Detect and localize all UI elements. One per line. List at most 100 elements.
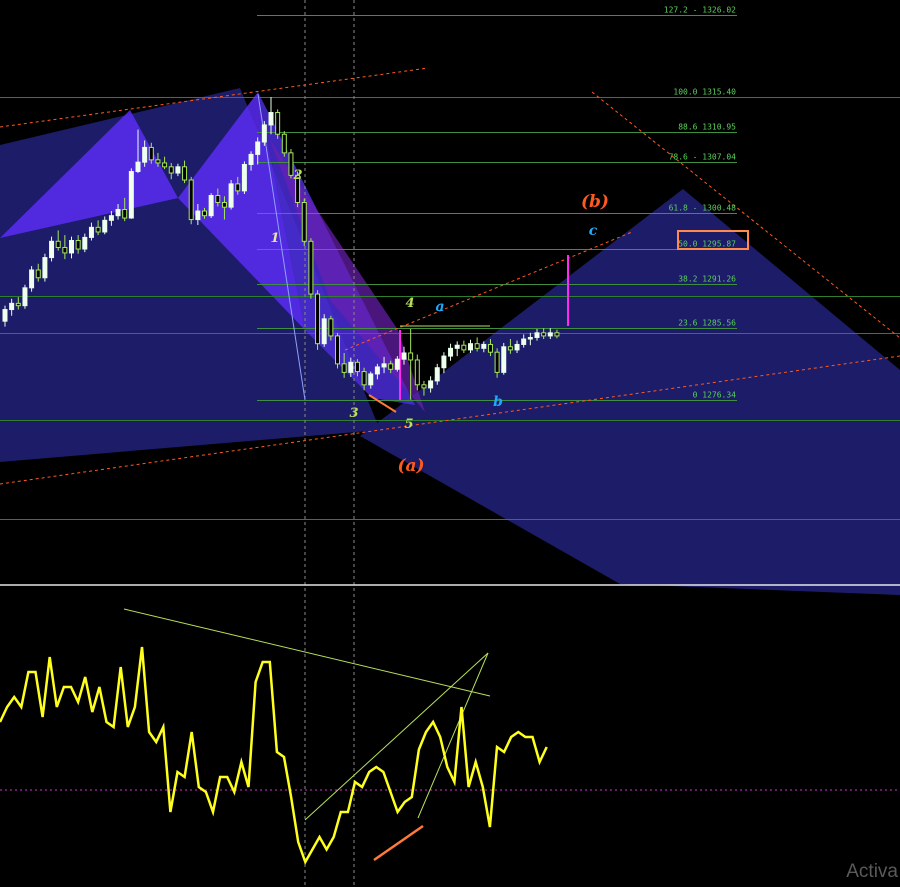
candle-body xyxy=(168,166,174,174)
candle-body xyxy=(275,112,281,135)
candle-body xyxy=(235,183,241,192)
candle-body xyxy=(448,347,454,357)
fib-level-label: 50.0 1295.87 xyxy=(678,240,736,249)
candle-body xyxy=(501,346,507,373)
wave-label: 3 xyxy=(349,406,358,421)
candle-body xyxy=(328,318,334,337)
fib-level-label: 0 1276.34 xyxy=(693,391,737,400)
wave-label: 2 xyxy=(292,168,302,183)
candle-body xyxy=(175,166,181,174)
candle-body xyxy=(195,210,201,221)
fib-level-label: 38.2 1291.26 xyxy=(678,275,736,284)
candle-body xyxy=(434,367,440,382)
wave-label: (a) xyxy=(397,456,424,476)
candle-body xyxy=(281,133,287,154)
candle-body xyxy=(348,361,354,373)
candle-body xyxy=(215,195,221,203)
candle-body xyxy=(394,358,400,370)
candle-body xyxy=(288,152,294,176)
candle-body xyxy=(148,146,154,161)
candle-body xyxy=(188,179,194,221)
candle-body xyxy=(354,361,360,373)
candle-body xyxy=(135,161,141,172)
candle-body xyxy=(534,332,540,338)
candle-body xyxy=(29,269,35,289)
candle-body xyxy=(401,352,407,360)
candle-body xyxy=(428,380,434,389)
fib-level-label: 23.6 1285.56 xyxy=(678,319,736,328)
candle-body xyxy=(55,240,61,248)
fib-level-label: 100.0 1315.40 xyxy=(673,88,736,97)
candle-body xyxy=(241,163,247,192)
candle-body xyxy=(69,240,74,254)
wave-label: b xyxy=(493,394,503,410)
candle-body xyxy=(128,170,134,219)
fib-level-label: 78.6 - 1307.04 xyxy=(669,153,737,162)
candle-body xyxy=(301,201,307,242)
candle-body xyxy=(474,343,480,349)
candle-body xyxy=(142,146,148,163)
candle-body xyxy=(248,153,254,165)
candle-body xyxy=(547,332,553,337)
candle-body xyxy=(62,246,68,254)
wave-label: (b) xyxy=(581,192,609,212)
candle-body xyxy=(441,355,447,369)
candle-body xyxy=(208,195,214,217)
candle-body xyxy=(162,162,168,168)
candle-body xyxy=(268,112,274,126)
candle-body xyxy=(108,215,114,221)
candle-body xyxy=(341,363,347,373)
candle-body xyxy=(9,302,15,311)
candle-body xyxy=(228,183,234,208)
candle-body xyxy=(554,332,560,337)
candle-body xyxy=(514,343,520,351)
candle-body xyxy=(75,240,81,250)
candle-body xyxy=(122,208,128,219)
candle-body xyxy=(454,344,460,349)
wave-label: 1 xyxy=(270,231,279,246)
candle-body xyxy=(335,335,340,365)
trading-chart[interactable]: 127.2 - 1326.02 100.0 1315.40 88.6 1310.95… xyxy=(0,0,900,887)
candle-body xyxy=(374,366,380,375)
activation-watermark: Activa xyxy=(846,861,898,882)
wave-label: a xyxy=(435,299,444,315)
candle-body xyxy=(414,359,420,386)
wave-label: c xyxy=(589,223,598,239)
candle-body xyxy=(261,124,267,143)
candle-body xyxy=(42,257,48,279)
candle-body xyxy=(95,226,101,233)
fib-level-label: 127.2 - 1326.02 xyxy=(664,6,736,15)
candle-body xyxy=(408,352,414,361)
candle-body xyxy=(361,371,367,386)
candle-body xyxy=(421,384,427,389)
candle-body xyxy=(49,240,55,259)
wave-label: 5 xyxy=(404,417,413,432)
candle-body xyxy=(308,240,314,295)
candle-body xyxy=(2,309,8,322)
candle-body xyxy=(368,373,374,386)
candle-body xyxy=(494,351,500,373)
candle-body xyxy=(102,219,108,233)
candle-body xyxy=(88,226,94,238)
candle-body xyxy=(481,343,487,349)
candle-body xyxy=(461,344,467,351)
candle-body xyxy=(115,208,121,217)
candle-body xyxy=(315,293,321,345)
candle-body xyxy=(468,343,473,351)
candle-body xyxy=(507,346,513,351)
candle-body xyxy=(255,141,261,155)
candle-body xyxy=(35,269,41,279)
wave-label: 4 xyxy=(405,296,414,311)
candle-body xyxy=(82,236,88,250)
candle-body xyxy=(15,302,21,307)
candle-body xyxy=(22,287,28,307)
candle-body xyxy=(202,210,207,217)
candle-body xyxy=(541,332,547,337)
candle-body xyxy=(381,363,387,368)
candle-body xyxy=(388,363,394,370)
fib-level-label: 61.8 - 1300.48 xyxy=(669,204,737,213)
candle-body xyxy=(527,336,533,340)
candle-body xyxy=(487,343,493,353)
candle-body xyxy=(321,318,327,345)
fib-level-label: 88.6 1310.95 xyxy=(678,123,736,132)
